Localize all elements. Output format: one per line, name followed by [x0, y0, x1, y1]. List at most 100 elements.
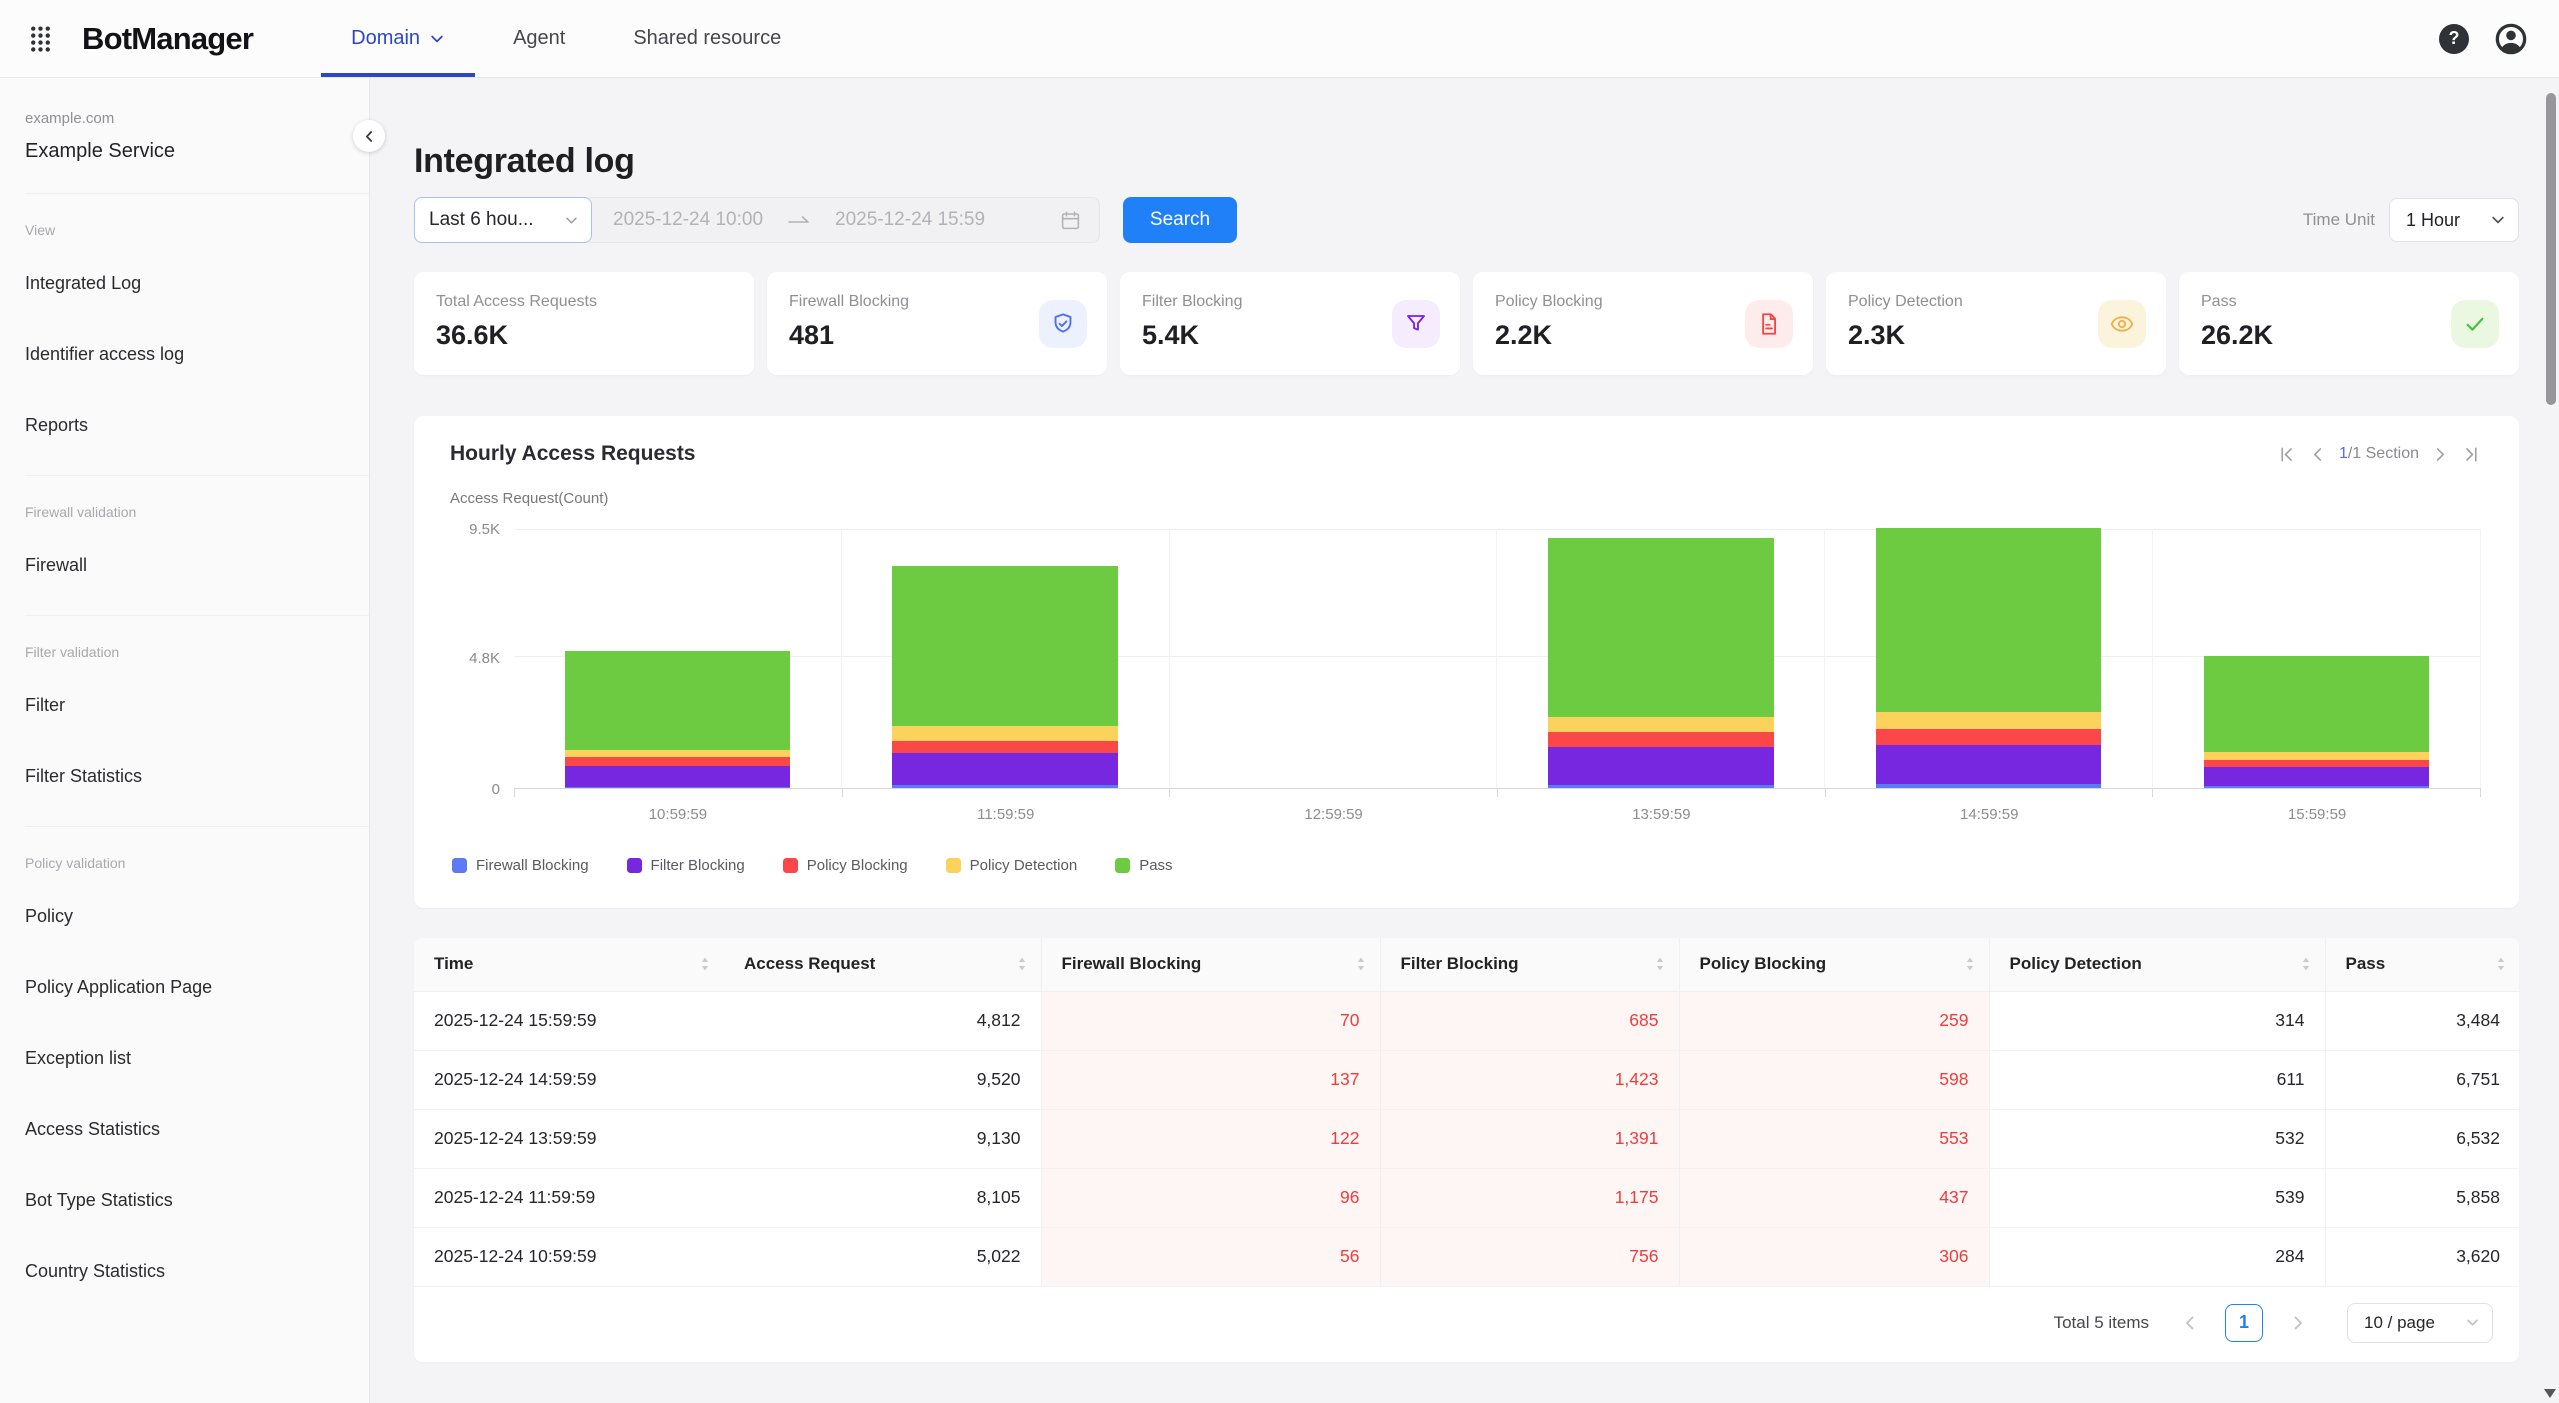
- bar-segment-filter-blocking[interactable]: [892, 753, 1118, 785]
- user-avatar-icon[interactable]: [2493, 21, 2529, 57]
- tab-domain[interactable]: Domain: [339, 0, 457, 77]
- pagination-total: Total 5 items: [2054, 1313, 2149, 1333]
- sidebar-item-policy[interactable]: Policy: [25, 881, 369, 952]
- column-header-pass[interactable]: Pass: [2325, 938, 2519, 991]
- x-tick: [1170, 789, 1498, 797]
- x-axis-labels: 10:59:5911:59:5912:59:5913:59:5914:59:59…: [514, 806, 2481, 823]
- bar-segment-pass[interactable]: [565, 651, 791, 750]
- date-range-input: 2025-12-24 10:00 2025-12-24 15:59: [584, 197, 1100, 243]
- bar-segment-policy-detection[interactable]: [1548, 717, 1774, 732]
- sidebar-item-identifier-access-log[interactable]: Identifier access log: [25, 319, 369, 390]
- time-range-select[interactable]: Last 6 hou...: [414, 197, 592, 243]
- bar-segment-policy-blocking[interactable]: [892, 741, 1118, 753]
- column-header-access-request[interactable]: Access Request: [724, 938, 1041, 991]
- sidebar-item-firewall[interactable]: Firewall: [25, 530, 369, 601]
- bar-segment-firewall-blocking[interactable]: [1876, 784, 2102, 788]
- sort-caret-icon: [2301, 956, 2311, 972]
- table-row: 2025-12-24 11:59:598,105961,1754375395,8…: [414, 1168, 2519, 1227]
- column-header-firewall-blocking[interactable]: Firewall Blocking: [1041, 938, 1380, 991]
- bar-segment-filter-blocking[interactable]: [1548, 747, 1774, 785]
- bar-segment-policy-blocking[interactable]: [565, 757, 791, 765]
- sidebar-section-filter-validation: Filter validationFilterFilter Statistics: [25, 616, 369, 827]
- legend-item-firewall-blocking[interactable]: Firewall Blocking: [452, 857, 589, 874]
- legend-item-policy-detection[interactable]: Policy Detection: [946, 857, 1078, 874]
- bar-segment-pass[interactable]: [2204, 656, 2430, 751]
- first-section-icon[interactable]: [2277, 445, 2296, 464]
- sidebar-item-access-statistics[interactable]: Access Statistics: [25, 1094, 369, 1165]
- stacked-bar-11-59-59[interactable]: [892, 566, 1118, 788]
- sidebar-item-reports[interactable]: Reports: [25, 390, 369, 461]
- x-axis-ticks: [514, 789, 2481, 797]
- bar-segment-policy-detection[interactable]: [2204, 752, 2430, 761]
- column-header-label: Access Request: [744, 954, 875, 974]
- bar-segment-policy-blocking[interactable]: [1876, 729, 2102, 745]
- bar-segment-firewall-blocking[interactable]: [892, 785, 1118, 788]
- page-1-button[interactable]: 1: [2225, 1304, 2263, 1342]
- search-button[interactable]: Search: [1123, 197, 1237, 243]
- time-unit-select[interactable]: 1 Hour: [2389, 198, 2519, 242]
- legend-item-pass[interactable]: Pass: [1115, 857, 1172, 874]
- sidebar-item-filter[interactable]: Filter: [25, 670, 369, 741]
- app-logo[interactable]: BotManager: [82, 21, 253, 57]
- bar-segment-policy-blocking[interactable]: [2204, 760, 2430, 767]
- sidebar-item-exception-list[interactable]: Exception list: [25, 1023, 369, 1094]
- sidebar-item-filter-statistics[interactable]: Filter Statistics: [25, 741, 369, 812]
- help-icon[interactable]: ?: [2439, 24, 2469, 54]
- tab-shared-resource[interactable]: Shared resource: [621, 0, 793, 77]
- bar-segment-pass[interactable]: [1876, 528, 2102, 713]
- scrollbar-thumb[interactable]: [2546, 93, 2556, 405]
- stacked-bar-13-59-59[interactable]: [1548, 538, 1774, 788]
- bar-segment-pass[interactable]: [892, 566, 1118, 726]
- stacked-bar-14-59-59[interactable]: [1876, 528, 2102, 788]
- cell-firewall-blocking: 96: [1041, 1168, 1380, 1227]
- sidebar-item-integrated-log[interactable]: Integrated Log: [25, 248, 369, 319]
- bar-segment-policy-blocking[interactable]: [1548, 732, 1774, 747]
- bar-segment-firewall-blocking[interactable]: [565, 787, 791, 789]
- prev-page-icon[interactable]: [2181, 1314, 2199, 1332]
- sidebar-service-name[interactable]: Example Service: [25, 140, 369, 163]
- sidebar-section-view: ViewIntegrated LogIdentifier access logR…: [25, 194, 369, 476]
- stacked-bar-15-59-59[interactable]: [2204, 656, 2430, 788]
- y-axis: 04.8K9.5K: [450, 529, 514, 789]
- page-size-select[interactable]: 10 / page: [2347, 1303, 2493, 1343]
- next-page-icon[interactable]: [2289, 1314, 2307, 1332]
- table-row: 2025-12-24 15:59:594,812706852593143,484: [414, 991, 2519, 1050]
- sidebar-item-country-statistics[interactable]: Country Statistics: [25, 1236, 369, 1307]
- bar-segment-pass[interactable]: [1548, 538, 1774, 717]
- stacked-bar-10-59-59[interactable]: [565, 651, 791, 788]
- bar-segment-firewall-blocking[interactable]: [2204, 786, 2430, 788]
- sidebar-collapse-button[interactable]: [353, 120, 385, 152]
- column-header-filter-blocking[interactable]: Filter Blocking: [1380, 938, 1679, 991]
- legend-item-policy-blocking[interactable]: Policy Blocking: [783, 857, 908, 874]
- bar-segment-policy-detection[interactable]: [1876, 712, 2102, 729]
- x-axis-label: 12:59:59: [1170, 806, 1498, 823]
- x-tick: [1498, 789, 1826, 797]
- sidebar-item-bot-type-statistics[interactable]: Bot Type Statistics: [25, 1165, 369, 1236]
- sort-caret-icon: [1017, 956, 1027, 972]
- cell-firewall-blocking: 137: [1041, 1050, 1380, 1109]
- cell-pass: 3,484: [2325, 991, 2519, 1050]
- bar-segment-filter-blocking[interactable]: [1876, 745, 2102, 784]
- tab-label: Agent: [513, 27, 565, 50]
- cell-time: 2025-12-24 15:59:59: [414, 991, 724, 1050]
- bar-segment-filter-blocking[interactable]: [565, 766, 791, 787]
- bar-segment-policy-detection[interactable]: [565, 750, 791, 758]
- scroll-down-arrow-icon[interactable]: [2544, 1389, 2556, 1398]
- column-header-time[interactable]: Time: [414, 938, 724, 991]
- bar-segment-filter-blocking[interactable]: [2204, 767, 2430, 786]
- column-header-policy-blocking[interactable]: Policy Blocking: [1679, 938, 1989, 991]
- section-pager-text: 1/1 Section: [2339, 445, 2419, 463]
- cell-policy-blocking: 553: [1679, 1109, 1989, 1168]
- sidebar-item-policy-application-page[interactable]: Policy Application Page: [25, 952, 369, 1023]
- legend-item-filter-blocking[interactable]: Filter Blocking: [627, 857, 745, 874]
- prev-section-icon[interactable]: [2308, 445, 2327, 464]
- column-header-policy-detection[interactable]: Policy Detection: [1989, 938, 2325, 991]
- cell-time: 2025-12-24 13:59:59: [414, 1109, 724, 1168]
- bar-segment-policy-detection[interactable]: [892, 726, 1118, 741]
- cell-policy-detection: 532: [1989, 1109, 2325, 1168]
- next-section-icon[interactable]: [2431, 445, 2450, 464]
- apps-grid-icon[interactable]: [30, 24, 56, 54]
- last-section-icon[interactable]: [2462, 445, 2481, 464]
- tab-agent[interactable]: Agent: [501, 0, 577, 77]
- bar-segment-firewall-blocking[interactable]: [1548, 785, 1774, 788]
